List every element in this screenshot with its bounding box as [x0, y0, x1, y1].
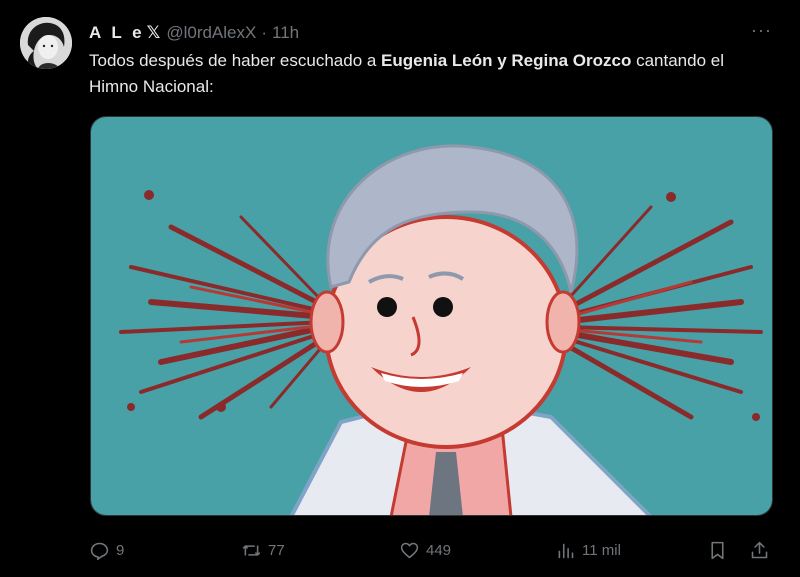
like-count: 449 — [426, 541, 452, 559]
heart-icon — [400, 542, 419, 558]
action-bar: 9 77 449 11 mil — [89, 537, 774, 563]
views-button[interactable]: 11 mil — [555, 540, 621, 561]
user-handle[interactable]: @l0rdAlexX — [166, 23, 256, 43]
tweet-media[interactable] — [90, 116, 773, 516]
x-logo-icon: 𝕏 — [146, 23, 161, 42]
separator-dot: · — [261, 23, 268, 42]
tweet-header: A L e 𝕏 @l0rdAlexX · 11h — [89, 20, 299, 46]
tweet-text: Todos después de haber escuchado a Eugen… — [89, 48, 769, 100]
display-name[interactable]: A L e — [89, 23, 145, 43]
avatar[interactable] — [20, 17, 72, 69]
more-options-icon[interactable]: ··· — [751, 21, 772, 39]
repost-icon — [242, 544, 261, 556]
tweet-text-bold: Eugenia León y Regina Orozco — [381, 51, 632, 70]
tweet[interactable]: A L e 𝕏 @l0rdAlexX · 11h ··· Todos despu… — [0, 0, 800, 577]
share-button[interactable] — [749, 540, 770, 561]
meme-illustration — [91, 117, 772, 515]
view-count: 11 mil — [582, 541, 621, 559]
repost-count: 77 — [268, 541, 285, 559]
bookmark-icon — [711, 541, 724, 559]
tweet-text-part1: Todos después de haber escuchado a — [89, 51, 382, 70]
reply-count: 9 — [116, 541, 125, 559]
reply-button[interactable]: 9 — [89, 540, 124, 561]
analytics-icon — [558, 543, 574, 558]
timestamp[interactable]: 11h — [272, 23, 299, 43]
repost-button[interactable]: 77 — [241, 540, 285, 561]
bookmark-button[interactable] — [707, 540, 728, 561]
like-button[interactable]: 449 — [399, 540, 451, 561]
share-icon — [751, 541, 768, 558]
avatar-image — [20, 17, 72, 69]
reply-icon — [90, 542, 109, 560]
